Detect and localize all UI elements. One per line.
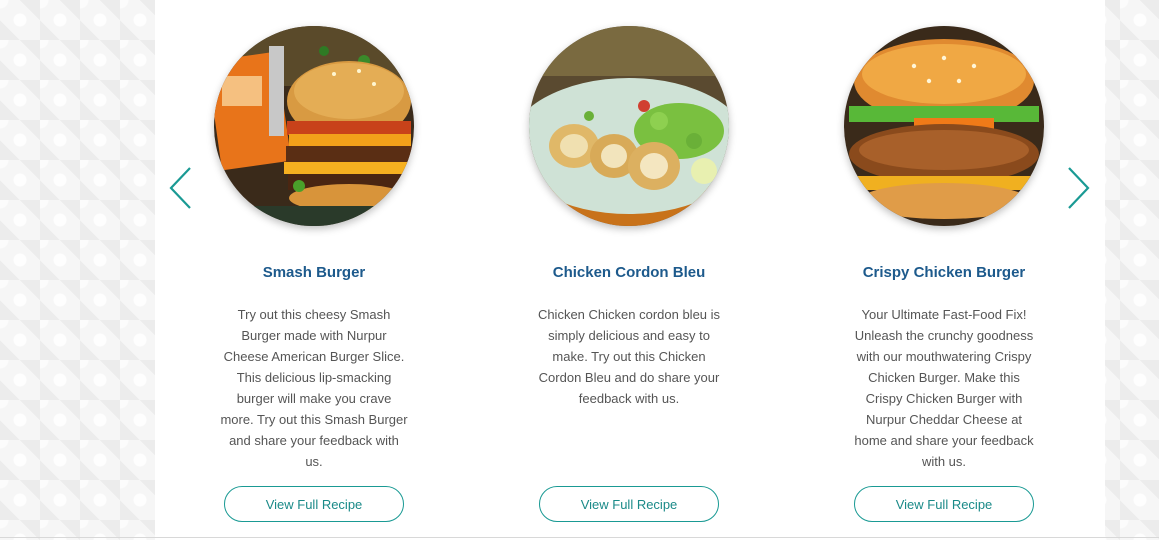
- chicken-cordon-bleu-photo[interactable]: [529, 26, 729, 226]
- recipe-description: Chicken Chicken cordon bleu is simply de…: [537, 307, 721, 406]
- recipe-title: Chicken Cordon Bleu: [552, 264, 706, 281]
- crispy-chicken-burger-photo[interactable]: [844, 26, 1044, 226]
- recipe-title: Smash Burger: [262, 264, 366, 281]
- view-full-recipe-button[interactable]: View Full Recipe: [539, 486, 719, 522]
- view-full-recipe-button[interactable]: View Full Recipe: [854, 486, 1034, 522]
- recipe-card-smash-burger: Smash Burger Try out this cheesy Smash B…: [164, 0, 464, 540]
- view-full-recipe-button[interactable]: View Full Recipe: [224, 486, 404, 522]
- recipe-card-chicken-cordon-bleu: Chicken Cordon Bleu Chicken Chicken cord…: [479, 0, 779, 540]
- smash-burger-photo[interactable]: [214, 26, 414, 226]
- recipe-title: Crispy Chicken Burger: [862, 264, 1026, 281]
- recipe-description: Try out this cheesy Smash Burger made wi…: [220, 307, 408, 469]
- recipe-card-crispy-chicken-burger: Crispy Chicken Burger Your Ultimate Fast…: [794, 0, 1094, 540]
- recipe-description: Your Ultimate Fast-Food Fix! Unleash the…: [854, 307, 1034, 469]
